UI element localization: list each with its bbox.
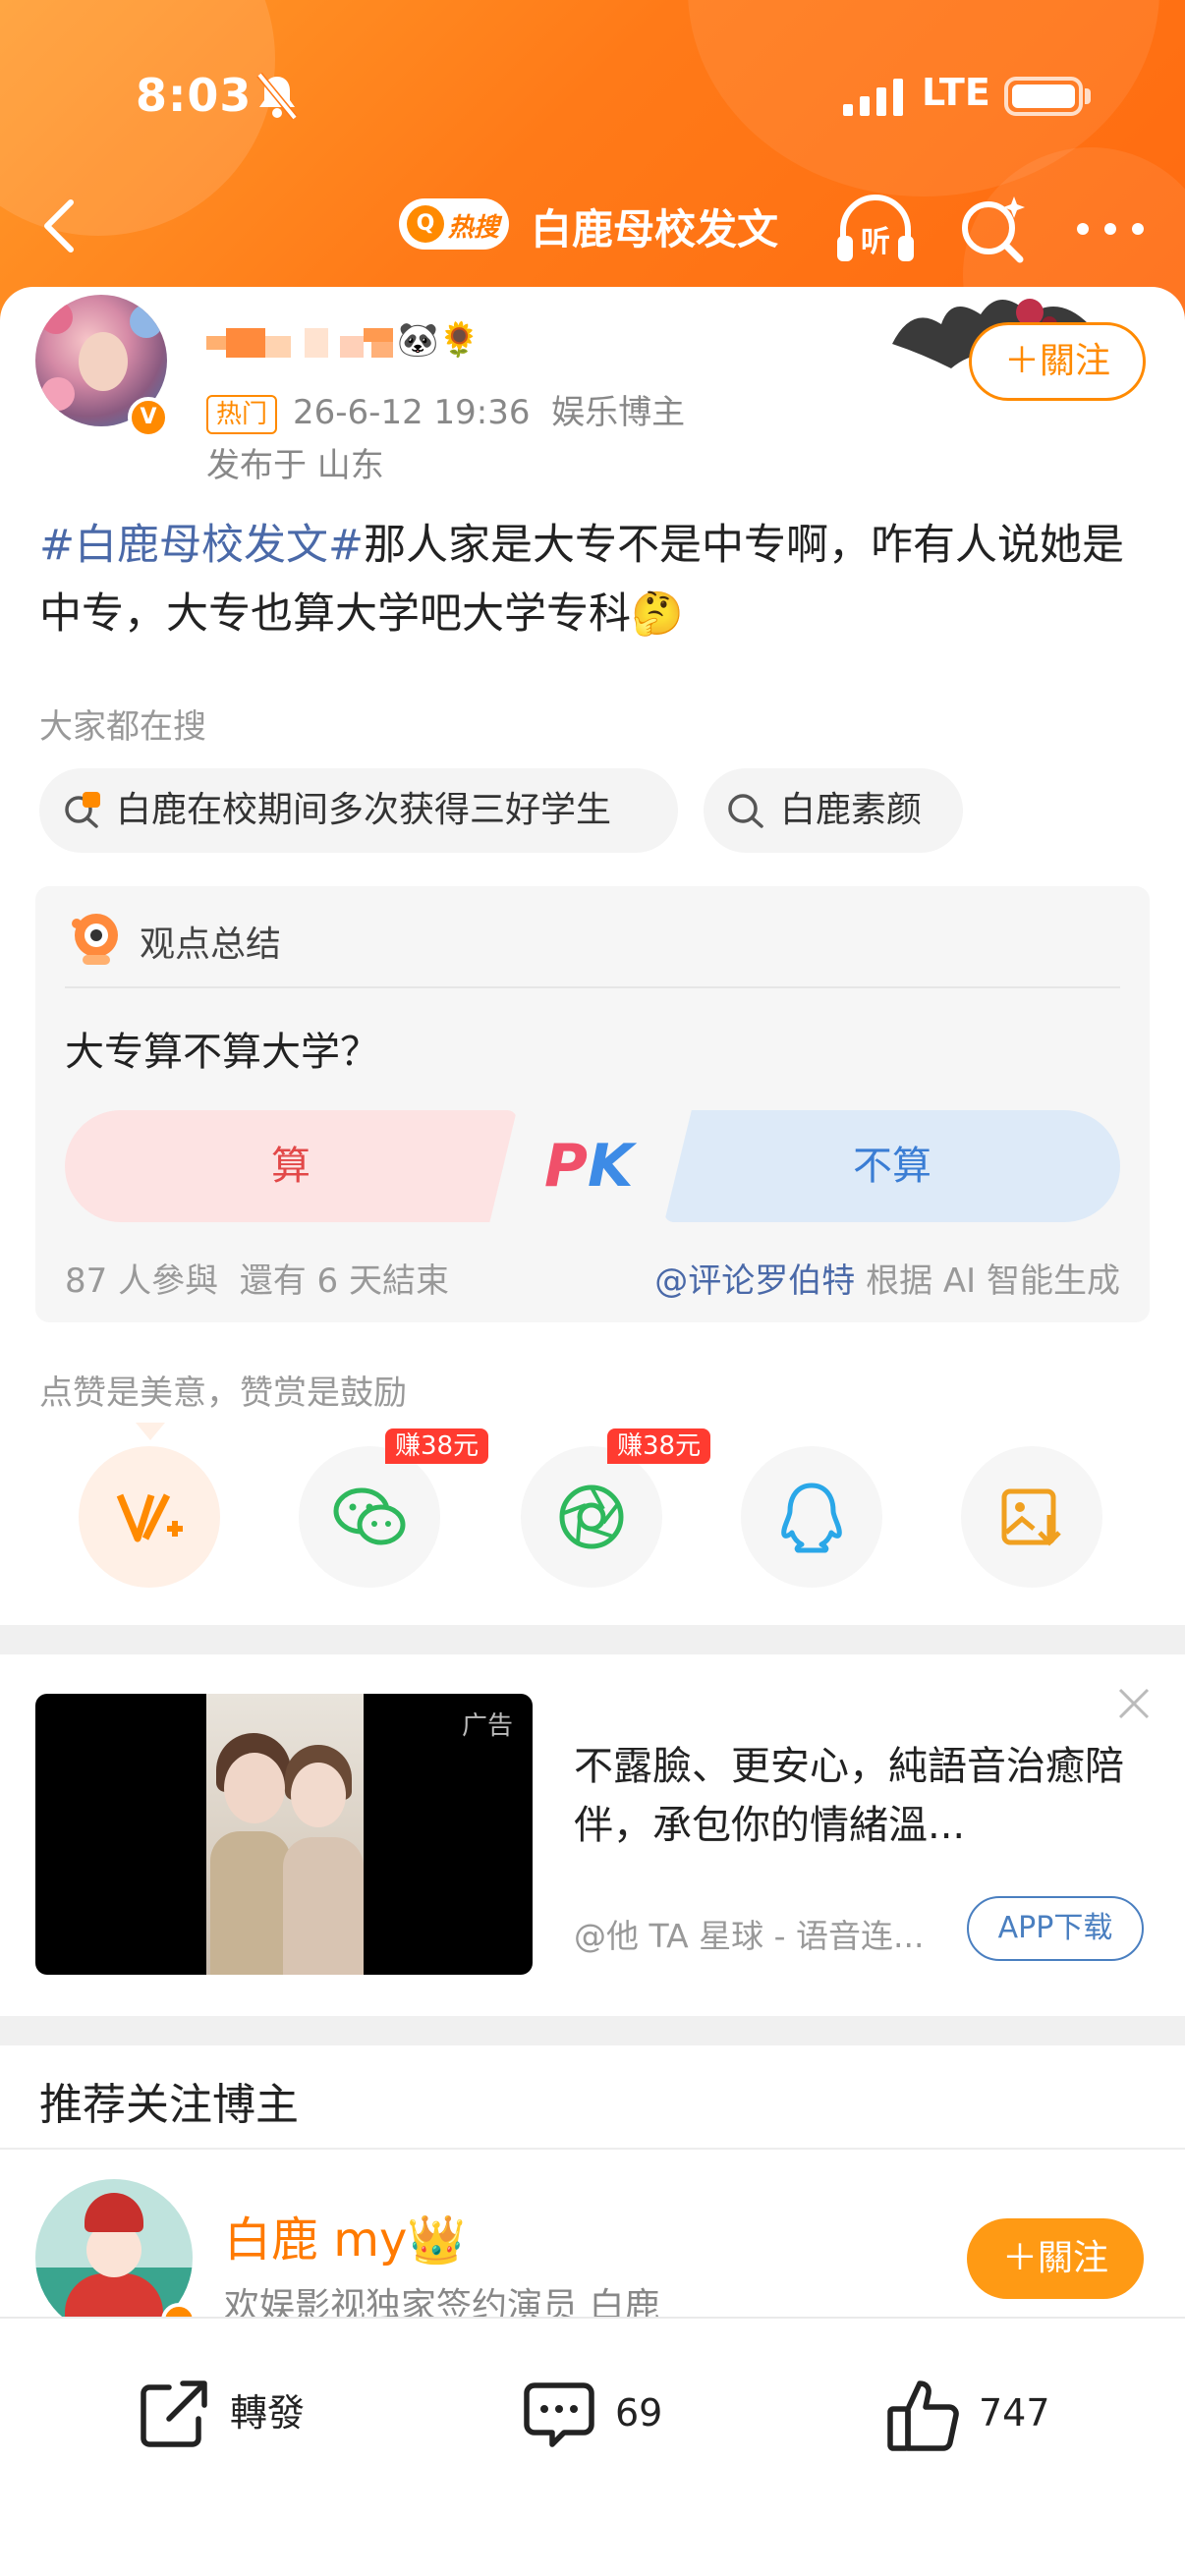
search-chip-label: 白鹿素颜 (780, 790, 923, 830)
follow-button[interactable]: ＋關注 (969, 322, 1146, 401)
search-chip-2[interactable]: 白鹿素颜 (704, 768, 963, 853)
ad-source[interactable]: @他 TA 星球 - 语音连... (574, 1910, 925, 1957)
recommend-follow-button[interactable]: ＋關注 (967, 2218, 1144, 2299)
vote-yes-button[interactable]: 算 (65, 1110, 517, 1222)
pk-label: PK (544, 1122, 633, 1210)
qq-icon (781, 1483, 842, 1553)
hot-search-badge[interactable]: Q 热搜 (399, 198, 509, 250)
like-button[interactable]: 747 (884, 2364, 1071, 2462)
post-hashtag-link[interactable]: #白鹿母校发文# (39, 521, 364, 570)
opinion-summary-title: 观点总结 (140, 924, 282, 965)
tooltip-caret (136, 1423, 165, 1440)
hot-tag: 热门 (206, 394, 278, 434)
author-name-emojis: 🐼🌻 (397, 320, 480, 360)
recommend-title: 推荐关注博主 (39, 2080, 299, 2130)
opinion-summary-card: 观点总结 大专算不算大学？ 算 PK 不算 87 人參與 還有 6 天結束 @评… (35, 886, 1150, 1322)
comment-count: 69 (615, 2391, 663, 2435)
like-count: 747 (979, 2391, 1050, 2435)
battery-icon (1004, 77, 1083, 116)
reward-button[interactable] (79, 1446, 220, 1588)
search-sparkle-icon[interactable] (955, 191, 1034, 269)
post-body: #白鹿母校发文#那人家是大专不是中专啊，咋有人说她是中专，大专也算大学吧大学专科… (39, 511, 1150, 648)
ad-download-button[interactable]: APP下载 (967, 1896, 1144, 1961)
trending-searches-title: 大家都在搜 (39, 707, 206, 747)
poll-question: 大专算不算大学？ (65, 1030, 379, 1075)
pk-letter-p: P (544, 1132, 588, 1201)
ad-video-thumbnail[interactable]: 广告 (35, 1694, 533, 1975)
battery-tip (1085, 88, 1091, 104)
silent-bell-icon (256, 72, 298, 121)
poll-attribution: @评论罗伯特 根据 AI 智能生成 (654, 1254, 1120, 1302)
section-separator (0, 2016, 1185, 2045)
attribution-note: 根据 AI 智能生成 (866, 1261, 1120, 1301)
ad-text[interactable]: 不露臉、更安心，純語音治癒陪伴，承包你的情緒溫... (574, 1737, 1124, 1855)
more-options-icon[interactable] (1073, 218, 1148, 240)
recommend-name[interactable]: 白鹿 my👑 (224, 2201, 466, 2269)
wechat-icon (333, 1487, 406, 1545)
post-category: 娱乐博主 (551, 393, 686, 432)
verified-badge-icon: V (128, 397, 169, 438)
status-bar: 8:03 LTE (0, 0, 1185, 187)
repost-icon (141, 2380, 207, 2447)
pk-letter-k: K (587, 1132, 634, 1201)
reward-hint: 点赞是美意，赞赏是鼓励 (39, 1373, 407, 1413)
divider (0, 2148, 1185, 2150)
poll-remaining: 還有 6 天結束 (239, 1261, 449, 1301)
status-time: 8:03 (136, 69, 253, 122)
post-location: 发布于 山东 (206, 446, 384, 485)
hot-search-icon: Q (407, 205, 444, 243)
share-row: 赚38元 赚38元 (0, 1428, 1185, 1594)
reward-badge: 赚38元 (607, 1428, 711, 1464)
back-arrow-icon[interactable] (29, 189, 98, 263)
repost-label: 轉發 (230, 2391, 306, 2435)
moments-icon (559, 1484, 624, 1549)
svg-text:听: 听 (861, 225, 890, 259)
repost-button[interactable]: 轉發 (136, 2364, 332, 2462)
share-wechat-button[interactable]: 赚38元 (299, 1428, 489, 1588)
ad-label: 广告 (461, 1711, 513, 1741)
share-moments-button[interactable]: 赚38元 (521, 1428, 711, 1588)
nav-bar: Q 热搜 白鹿母校发文 听 (0, 177, 1185, 285)
reward-icon (116, 1493, 183, 1542)
bottom-action-bar: 轉發 69 747 (0, 2317, 1185, 2576)
vote-no-button[interactable]: 不算 (664, 1110, 1120, 1222)
comment-button[interactable]: 69 (521, 2364, 698, 2462)
poll-stats: 87 人參與 還有 6 天結束 (65, 1254, 449, 1302)
poll-participants: 87 人參與 (65, 1261, 219, 1301)
post-meta: 热门 26-6-12 19:36 娱乐博主 (206, 385, 685, 434)
ad-close-icon[interactable] (1116, 1686, 1152, 1721)
search-chip-label: 白鹿在校期间多次获得三好学生 (116, 790, 612, 830)
search-chip-1[interactable]: 白鹿在校期间多次获得三好学生 (39, 768, 678, 853)
hot-search-icon (65, 792, 100, 828)
comment-icon (524, 2382, 594, 2447)
nav-title: 白鹿母校发文 (531, 205, 779, 253)
weibo-post-page: 8:03 LTE Q 热搜 白鹿母校发文 听 V 🐼🌻 热门 26-6-12 1… (0, 0, 1185, 2576)
attribution-user-link[interactable]: @评论罗伯特 (654, 1261, 855, 1301)
section-separator (0, 1625, 1185, 1654)
hot-search-label: 热搜 (448, 213, 500, 243)
ad-photo (206, 1694, 364, 1975)
post-timestamp: 26-6-12 19:36 (293, 393, 531, 432)
author-name-redacted[interactable] (206, 322, 560, 365)
thumbs-up-icon (887, 2380, 959, 2451)
share-qq-button[interactable] (741, 1446, 882, 1588)
reward-badge: 赚38元 (385, 1428, 489, 1464)
signal-icon (843, 79, 903, 116)
listen-headphones-icon[interactable]: 听 (833, 191, 918, 269)
save-image-icon (1001, 1488, 1061, 1546)
search-icon (728, 794, 763, 828)
network-type: LTE (922, 71, 990, 114)
divider (65, 986, 1120, 988)
save-image-button[interactable] (961, 1446, 1102, 1588)
robot-mascot-icon (72, 914, 118, 965)
